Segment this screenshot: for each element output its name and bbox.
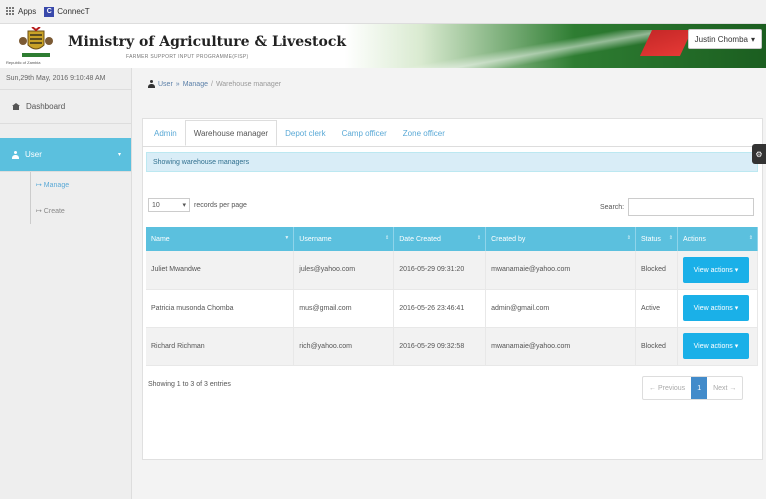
site-header: Republic of Zambia Ministry of Agricultu… (0, 24, 766, 68)
cell-name: Juliet Mwandwe (146, 251, 295, 290)
tab-depot-clerk[interactable]: Depot clerk (277, 120, 333, 146)
cell-username: rich@yahoo.com (293, 327, 395, 366)
cell-actions: View actions ▾ (677, 251, 759, 290)
sidebar-item-user[interactable]: User ▾ (0, 138, 131, 172)
sort-icon: ▼ (284, 235, 290, 241)
page-size-control: 10 ▾ records per page (148, 198, 247, 212)
cell-date-created: 2016-05-26 23:46:41 (393, 289, 487, 328)
home-icon (12, 103, 20, 110)
view-actions-button[interactable]: View actions ▾ (682, 295, 749, 321)
current-datetime: Sun,29th May, 2016 9:10:48 AM (0, 68, 131, 90)
connect-app-icon: C (44, 6, 55, 17)
cell-date-created: 2016-05-29 09:32:58 (393, 327, 487, 366)
cell-name: Richard Richman (146, 327, 295, 366)
chevron-down-icon: ▾ (117, 152, 121, 158)
pagination-previous[interactable]: ← Previous (643, 377, 691, 399)
sidebar-subitem-manage[interactable]: ↦ Manage (0, 172, 131, 198)
coat-of-arms-icon (19, 27, 53, 57)
page-size-label: records per page (194, 201, 247, 209)
table-row: Juliet Mwandwe jules@yahoo.com 2016-05-2… (146, 251, 759, 290)
cell-actions: View actions ▾ (677, 289, 759, 328)
ministry-title: Ministry of Agriculture & Livestock (68, 34, 347, 50)
tab-divider (142, 146, 763, 147)
user-menu-button[interactable]: Justin Chomba ▾ (687, 29, 762, 49)
sort-icon: ⇕ (385, 235, 390, 241)
programme-subtitle: FARMER SUPPORT INPUT PROGRAMME(FISP) (126, 54, 249, 60)
apps-grid-icon (6, 7, 15, 16)
breadcrumb-user[interactable]: User (158, 81, 173, 88)
users-table: Name ▼ Username ⇕ Date Created ⇕ Created by… (146, 227, 759, 366)
breadcrumb-separator: / (210, 80, 213, 88)
tab-camp-officer[interactable]: Camp officer (334, 120, 395, 146)
bookmark-apps-label: Apps (18, 7, 37, 16)
column-header-name[interactable]: Name ▼ (146, 227, 295, 251)
breadcrumb: User » Manage / Warehouse manager (148, 80, 281, 88)
table-search: Search: (600, 198, 755, 216)
bookmark-connect-label: ConnecT (57, 7, 90, 16)
info-alert: Showing warehouse managers (146, 152, 758, 172)
pagination-page-1[interactable]: 1 (691, 377, 708, 399)
sort-icon: ⇕ (626, 235, 631, 241)
cell-actions: View actions ▾ (677, 327, 759, 366)
breadcrumb-separator: » (175, 80, 180, 88)
search-input[interactable] (628, 198, 755, 216)
role-tabs: Admin Warehouse manager Depot clerk Camp… (142, 118, 453, 146)
bookmark-apps[interactable]: Apps (6, 7, 36, 16)
column-header-username[interactable]: Username ⇕ (293, 227, 395, 251)
view-actions-button[interactable]: View actions ▾ (682, 333, 749, 359)
search-label: Search: (600, 203, 625, 211)
coat-of-arms-caption: Republic of Zambia (6, 60, 41, 65)
user-icon (148, 80, 155, 88)
sidebar-item-label: Dashboard (26, 102, 66, 111)
sidebar-item-label: User (25, 150, 42, 159)
breadcrumb-current: Warehouse manager (215, 80, 282, 88)
cell-username: mus@gmail.com (293, 289, 395, 328)
table-info: Showing 1 to 3 of 3 entries (148, 381, 231, 388)
sort-icon: ⇕ (476, 235, 482, 241)
view-actions-button[interactable]: View actions ▾ (682, 256, 749, 283)
sort-icon: ⇕ (668, 235, 673, 241)
gear-icon: ⚙ (755, 149, 763, 159)
sort-icon: ⇕ (748, 235, 753, 241)
tab-warehouse-manager[interactable]: Warehouse manager (184, 120, 278, 146)
cell-created-by: admin@gmail.com (485, 289, 636, 328)
table-row: Patricia musonda Chomba mus@gmail.com 20… (146, 289, 759, 328)
tab-admin[interactable]: Admin (146, 120, 185, 146)
page-size-value: 10 (152, 201, 160, 209)
cell-status: Active (635, 289, 678, 328)
cell-status: Blocked (635, 327, 678, 366)
column-header-created-by[interactable]: Created by ⇕ (485, 227, 636, 251)
column-header-date-created[interactable]: Date Created ⇕ (393, 227, 487, 251)
sidebar-item-dashboard[interactable]: Dashboard (0, 90, 131, 124)
sidebar-subitem-create[interactable]: ↦ Create (0, 198, 131, 224)
bookmarks-bar: Apps C ConnecT (0, 0, 766, 24)
bookmark-connect[interactable]: C ConnecT (44, 6, 90, 17)
breadcrumb-manage[interactable]: Manage (183, 81, 208, 88)
cell-name: Patricia musonda Chomba (146, 289, 295, 328)
cell-created-by: mwanamaie@yahoo.com (485, 251, 636, 290)
table-header-row: Name ▼ Username ⇕ Date Created ⇕ Created by… (146, 227, 759, 251)
cell-date-created: 2016-05-29 09:31:20 (393, 251, 487, 290)
chevron-down-icon: ▾ (182, 202, 186, 209)
column-header-status[interactable]: Status ⇕ (635, 227, 678, 251)
cell-username: jules@yahoo.com (293, 251, 395, 290)
user-menu-name: Justin Chomba (694, 34, 748, 44)
table-row: Richard Richman rich@yahoo.com 2016-05-2… (146, 327, 759, 366)
user-icon (12, 150, 19, 159)
page-size-select[interactable]: 10 ▾ (148, 198, 190, 212)
settings-toggle[interactable]: ⚙ (752, 144, 766, 164)
sidebar: Sun,29th May, 2016 9:10:48 AM Dashboard … (0, 68, 132, 499)
cell-status: Blocked (635, 251, 678, 290)
pagination-next[interactable]: Next → (707, 377, 742, 399)
pagination: ← Previous 1 Next → (642, 376, 744, 400)
tab-zone-officer[interactable]: Zone officer (395, 120, 453, 146)
column-header-actions[interactable]: Actions ⇕ (677, 227, 759, 251)
cell-created-by: mwanamaie@yahoo.com (485, 327, 636, 366)
chevron-down-icon: ▾ (750, 34, 755, 44)
